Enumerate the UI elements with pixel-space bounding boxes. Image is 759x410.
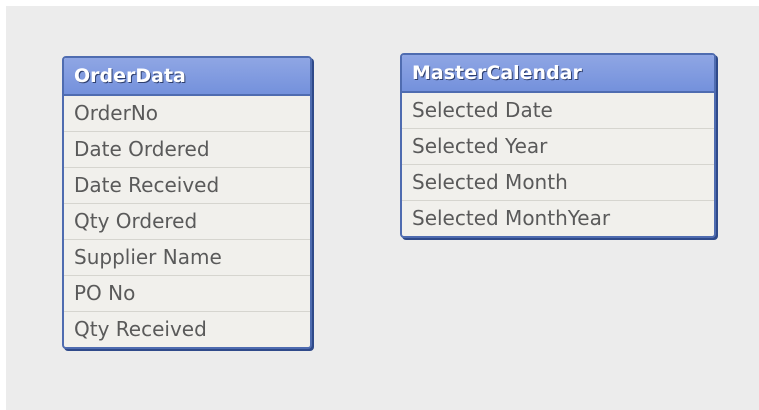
field-selected-monthyear[interactable]: Selected MonthYear [402,201,714,236]
field-selected-year[interactable]: Selected Year [402,129,714,165]
mastercalendar-table[interactable]: MasterCalendar Selected Date Selected Ye… [400,53,716,238]
field-selected-date[interactable]: Selected Date [402,93,714,129]
orderdata-table[interactable]: OrderData OrderNo Date Ordered Date Rece… [62,56,312,349]
field-qty-received[interactable]: Qty Received [64,312,310,347]
field-qty-ordered[interactable]: Qty Ordered [64,204,310,240]
field-date-ordered[interactable]: Date Ordered [64,132,310,168]
table-viewer-canvas: OrderData OrderNo Date Ordered Date Rece… [6,6,759,410]
field-supplier-name[interactable]: Supplier Name [64,240,310,276]
field-orderno[interactable]: OrderNo [64,96,310,132]
table-header-orderdata[interactable]: OrderData [64,58,310,96]
field-selected-month[interactable]: Selected Month [402,165,714,201]
table-header-mastercalendar[interactable]: MasterCalendar [402,55,714,93]
field-date-received[interactable]: Date Received [64,168,310,204]
field-po-no[interactable]: PO No [64,276,310,312]
